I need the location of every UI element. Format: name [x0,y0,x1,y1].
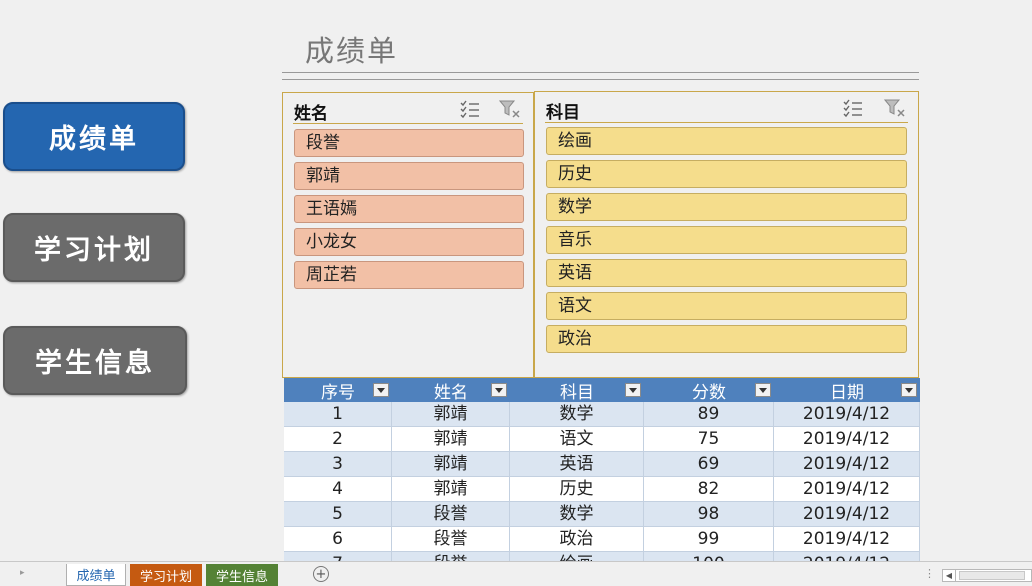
column-header: 分数 [644,378,774,403]
scrollbar-thumb[interactable] [959,571,1025,580]
table-cell[interactable]: 4 [284,477,392,502]
clear-filter-icon[interactable] [498,99,521,119]
nav-button-grades[interactable]: 成绩单 [3,102,185,171]
table-cell[interactable]: 98 [644,502,774,527]
dropdown-arrow-icon[interactable] [491,383,507,397]
table-cell[interactable]: 英语 [510,452,644,477]
grades-table: 序号 姓名 科目 分数 日期 1 郭靖 数学 89 2019/4/12 2 郭靖… [284,378,920,577]
slicer-item[interactable]: 段誉 [294,129,524,157]
table-cell[interactable]: 89 [644,402,774,427]
slicer-title: 姓名 [294,104,328,124]
slicer-item[interactable]: 政治 [546,325,907,353]
table-cell[interactable]: 6 [284,527,392,552]
table-cell[interactable]: 82 [644,477,774,502]
multi-select-icon[interactable] [459,99,481,119]
dropdown-arrow-icon[interactable] [625,383,641,397]
slicer-item[interactable]: 语文 [546,292,907,320]
title-divider [282,79,919,80]
slicer-item[interactable]: 周芷若 [294,261,524,289]
table-row: 3 郭靖 英语 69 2019/4/12 [284,452,920,477]
horizontal-scrollbar[interactable]: ◀ [942,569,1032,582]
slicer-item[interactable]: 小龙女 [294,228,524,256]
sheet-tab-student-info[interactable]: 学生信息 [206,564,278,586]
table-cell[interactable]: 数学 [510,502,644,527]
column-header-label: 姓名 [434,382,468,403]
slicer-item[interactable]: 郭靖 [294,162,524,190]
column-header: 日期 [774,378,920,403]
table-row: 6 段誉 政治 99 2019/4/12 [284,527,920,552]
sheet-tab-grades[interactable]: 成绩单 [66,564,126,586]
plus-icon[interactable]: + [313,566,329,582]
slicer-item[interactable]: 音乐 [546,226,907,254]
slicer-item[interactable]: 数学 [546,193,907,221]
table-cell[interactable]: 2 [284,427,392,452]
slicer-title: 科目 [546,103,580,123]
table-cell[interactable]: 郭靖 [392,402,510,427]
table-cell[interactable]: 数学 [510,402,644,427]
table-cell[interactable]: 段誉 [392,502,510,527]
dropdown-arrow-icon[interactable] [901,383,917,397]
sheet-tab-bar: ▸ 成绩单 学习计划 学生信息 + ⋮ ◀ [0,561,1032,586]
dropdown-arrow-icon[interactable] [373,383,389,397]
slicer-item[interactable]: 王语嫣 [294,195,524,223]
table-cell[interactable]: 历史 [510,477,644,502]
table-row: 2 郭靖 语文 75 2019/4/12 [284,427,920,452]
column-header-label: 分数 [692,382,726,403]
table-cell[interactable]: 政治 [510,527,644,552]
sheet-tab-study-plan[interactable]: 学习计划 [130,564,202,586]
column-header-label: 序号 [321,382,355,403]
table-cell[interactable]: 69 [644,452,774,477]
column-header-label: 日期 [830,382,864,403]
table-cell[interactable]: 2019/4/12 [774,452,920,477]
table-cell[interactable]: 2019/4/12 [774,477,920,502]
slicer-header: 姓名 [293,96,523,124]
table-row: 5 段誉 数学 98 2019/4/12 [284,502,920,527]
multi-select-icon[interactable] [842,98,864,118]
table-cell[interactable]: 99 [644,527,774,552]
table-row: 4 郭靖 历史 82 2019/4/12 [284,477,920,502]
splitter-handle[interactable]: ⋮ [924,567,935,580]
table-cell[interactable]: 3 [284,452,392,477]
dropdown-arrow-icon[interactable] [755,383,771,397]
table-cell[interactable]: 2019/4/12 [774,502,920,527]
table-header: 序号 姓名 科目 分数 日期 [284,378,920,403]
table-cell[interactable]: 郭靖 [392,452,510,477]
table-cell[interactable]: 郭靖 [392,477,510,502]
slicer-name: 姓名 段誉 郭靖 王语嫣 小龙女 周芷若 [282,92,534,378]
table-cell[interactable]: 语文 [510,427,644,452]
slicer-item[interactable]: 英语 [546,259,907,287]
table-cell[interactable]: 5 [284,502,392,527]
clear-filter-icon[interactable] [883,98,906,118]
slicer-item[interactable]: 绘画 [546,127,907,155]
table-cell[interactable]: 2019/4/12 [774,427,920,452]
slicer-subject: 科目 绘画 历史 数学 音乐 英语 语文 政治 [534,91,919,378]
table-row: 1 郭靖 数学 89 2019/4/12 [284,402,920,427]
table-cell[interactable]: 1 [284,402,392,427]
column-header: 科目 [510,378,644,403]
table-cell[interactable]: 2019/4/12 [774,402,920,427]
column-header-label: 科目 [560,382,594,403]
table-cell[interactable]: 75 [644,427,774,452]
column-header: 序号 [284,378,392,403]
title-divider [282,72,919,73]
scroll-left-arrow-icon[interactable]: ◀ [943,570,956,581]
table-cell[interactable]: 段誉 [392,527,510,552]
column-header: 姓名 [392,378,510,403]
slicer-item[interactable]: 历史 [546,160,907,188]
slicer-header: 科目 [545,95,908,123]
table-cell[interactable]: 2019/4/12 [774,527,920,552]
table-cell[interactable]: 郭靖 [392,427,510,452]
nav-button-student-info[interactable]: 学生信息 [3,326,187,395]
page-title: 成绩单 [305,34,399,68]
nav-button-study-plan[interactable]: 学习计划 [3,213,185,282]
scroll-left-icon[interactable]: ▸ [20,568,25,578]
